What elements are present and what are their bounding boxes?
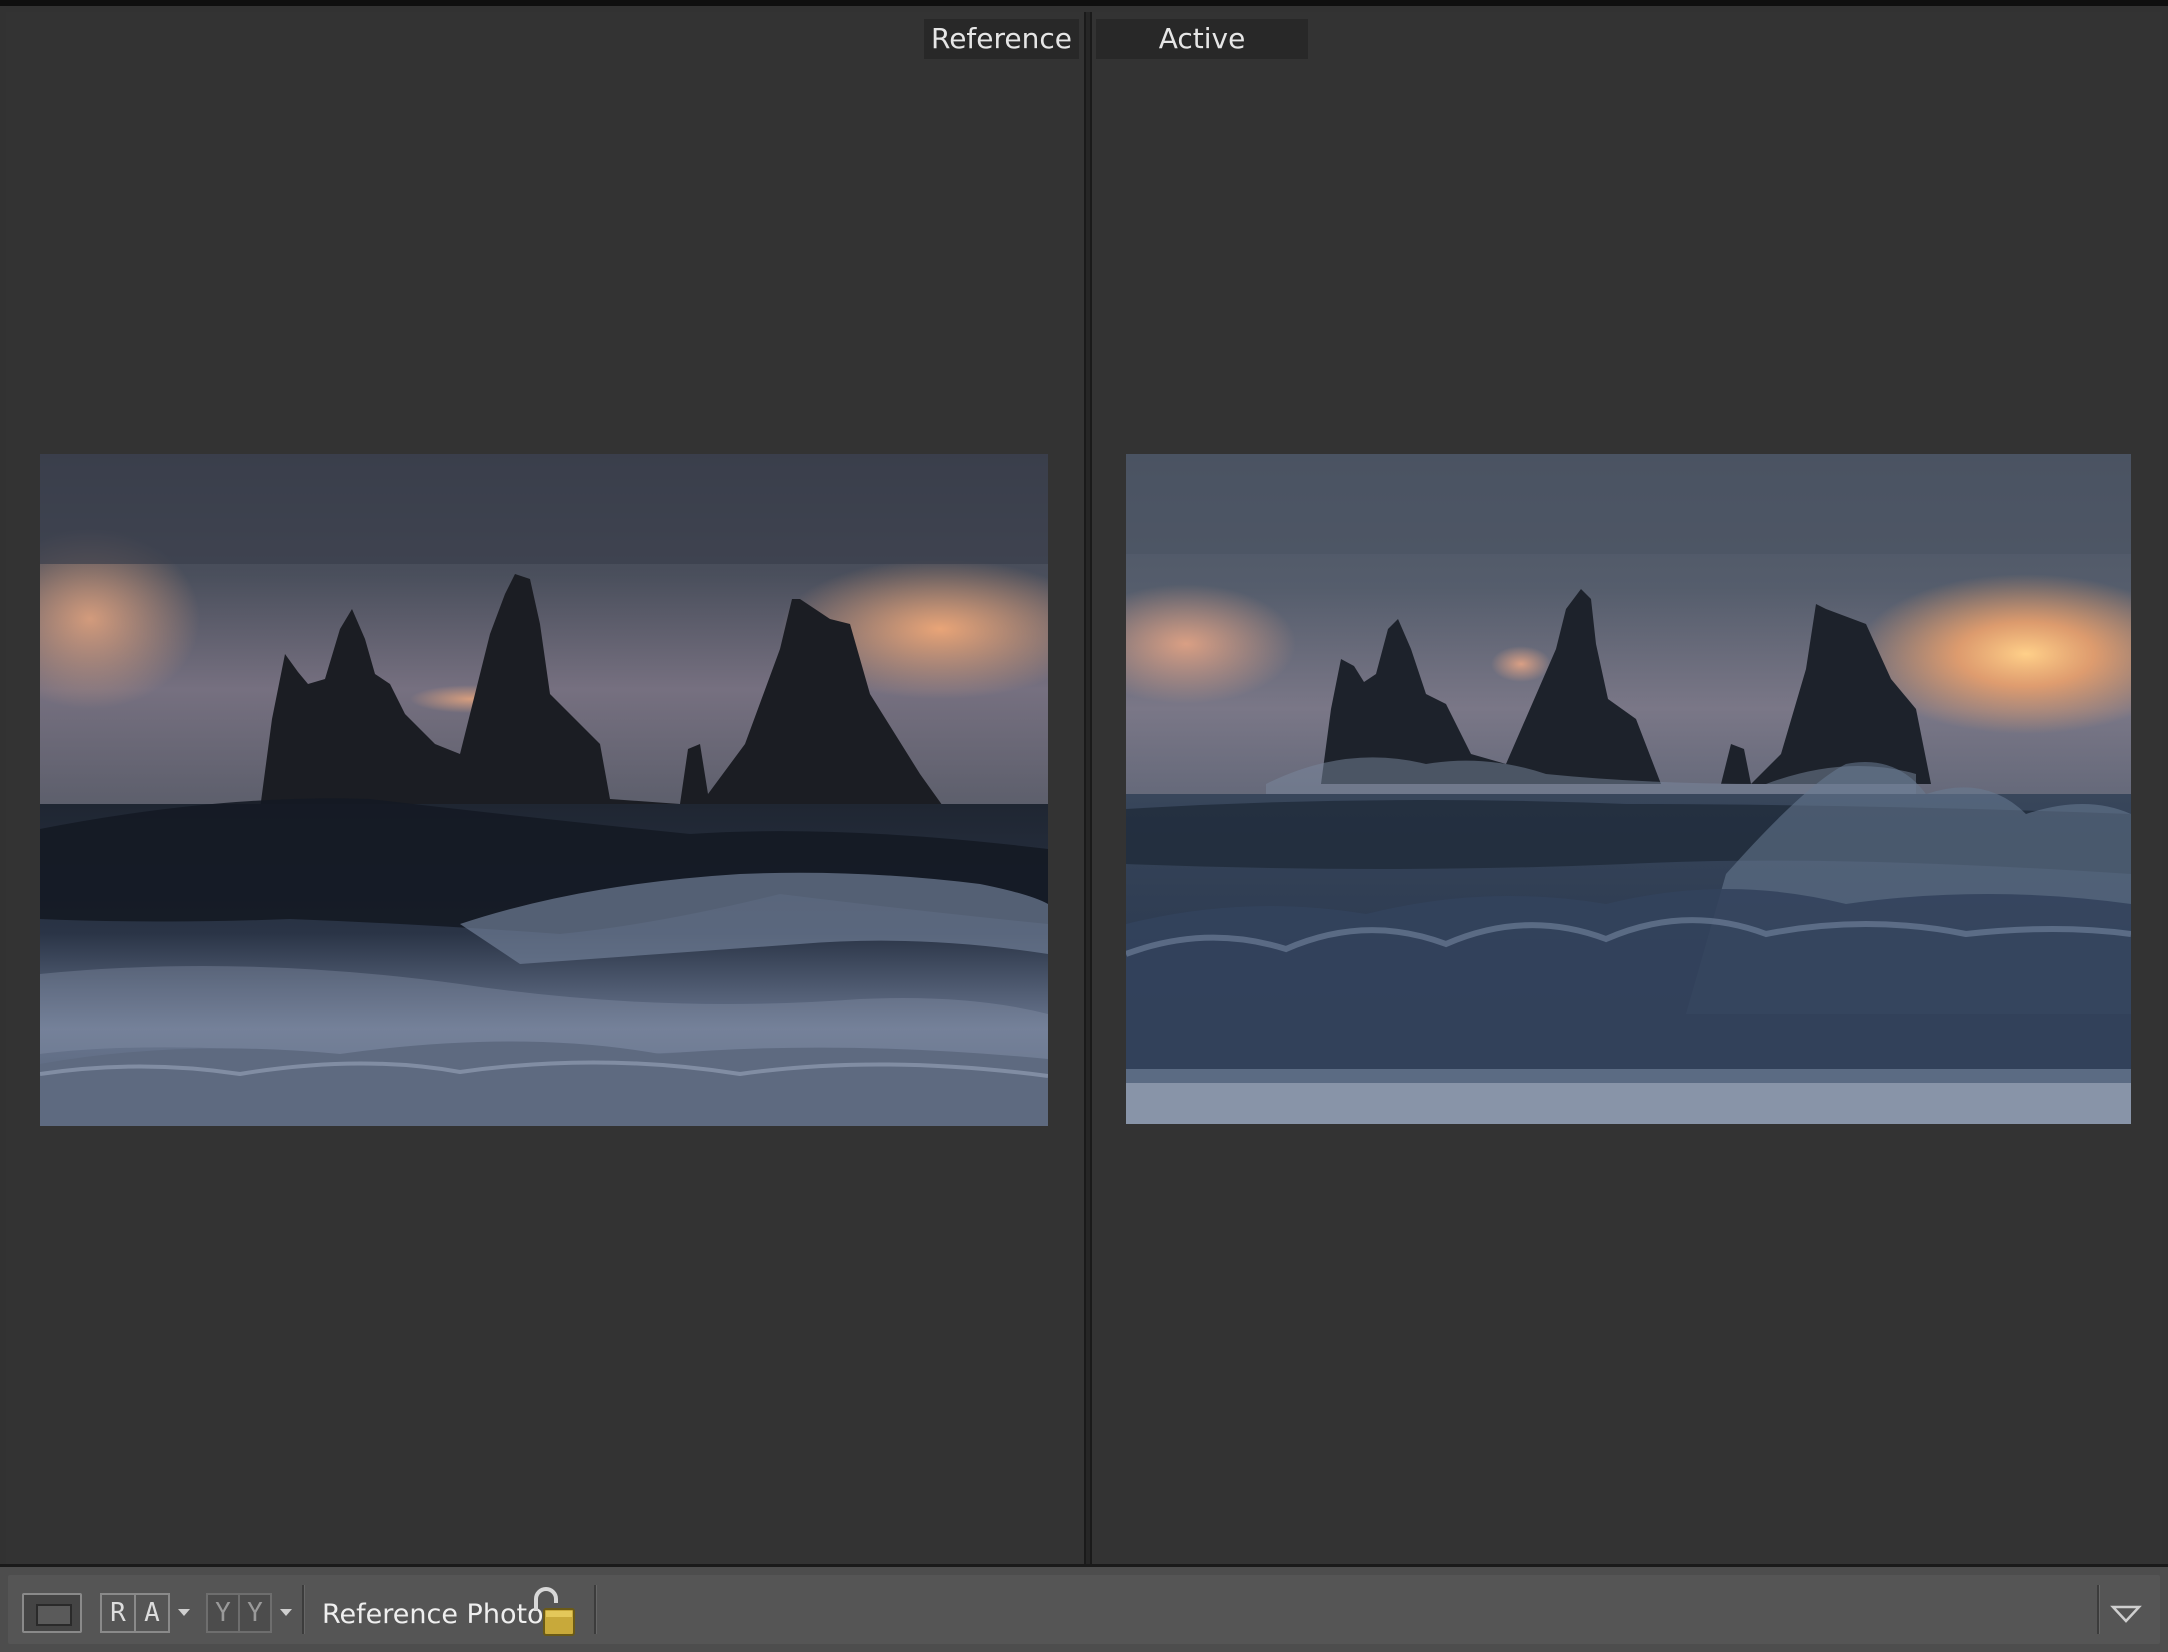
ref-view-r-icon: R [102, 1595, 136, 1631]
before-after-dropdown-arrow[interactable] [280, 1609, 292, 1616]
active-photo[interactable] [1126, 454, 2131, 1124]
reference-active-view-toggle[interactable]: R A [100, 1593, 170, 1633]
toolbar-separator [302, 1585, 305, 1634]
toolbar-separator [594, 1585, 597, 1634]
loupe-view-icon [36, 1604, 72, 1626]
reference-photo-label: Reference Photo : [322, 1599, 562, 1630]
active-pane[interactable]: Active [1092, 12, 2162, 1564]
reference-pane-label: Reference [924, 19, 1079, 59]
view-mode-dropdown-arrow[interactable] [178, 1609, 190, 1616]
ref-view-a-icon: A [144, 1598, 160, 1628]
reference-pane[interactable]: Reference [6, 12, 1084, 1564]
before-after-toggle[interactable]: Y Y [206, 1593, 272, 1633]
toolbar-separator [2097, 1585, 2100, 1634]
before-y-icon: Y [208, 1595, 240, 1631]
reference-photo[interactable] [40, 454, 1048, 1126]
lock-icon[interactable] [528, 1585, 580, 1641]
reference-view-window: Reference Active R A Y Y Reference Photo… [0, 0, 2168, 1652]
toolbar-inner: R A Y Y Reference Photo : [8, 1575, 2160, 1644]
after-y-icon: Y [247, 1598, 263, 1628]
loupe-view-button[interactable] [22, 1593, 82, 1633]
bottom-toolbar: R A Y Y Reference Photo : [0, 1564, 2168, 1652]
toolbar-options-chevron-icon[interactable] [2110, 1601, 2142, 1627]
active-pane-label: Active [1096, 19, 1308, 59]
pane-divider[interactable] [1084, 12, 1092, 1564]
